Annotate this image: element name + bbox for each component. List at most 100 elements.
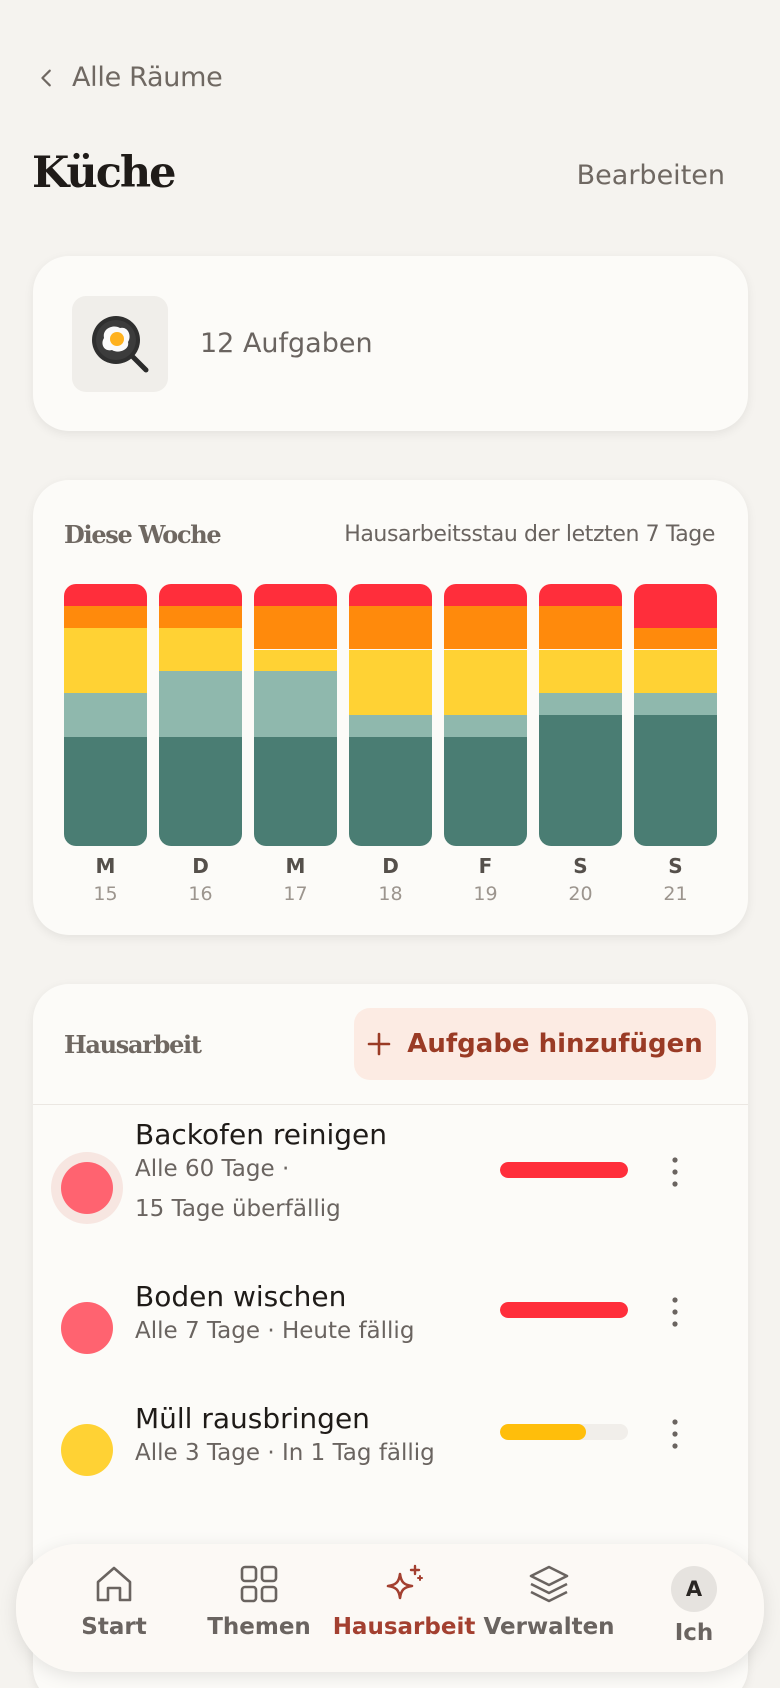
bottom-nav: Start Themen Hausarbeit Verwalten A Ich: [16, 1544, 764, 1672]
task-meta: Alle 7 Tage · Heute fällig: [135, 1318, 415, 1344]
day-bar: [254, 584, 337, 846]
avatar: A: [671, 1566, 717, 1612]
task-row[interactable]: Müll rausbringen Alle 3 Tage · In 1 Tag …: [33, 1402, 748, 1512]
day-letter: M: [95, 854, 116, 878]
nav-label: Verwalten: [483, 1614, 615, 1640]
more-vertical-icon[interactable]: [669, 1156, 681, 1188]
task-row[interactable]: Boden wischen Alle 7 Tage · Heute fällig: [33, 1280, 748, 1390]
day-bar: [634, 584, 717, 846]
bar-segment: [444, 649, 527, 715]
task-interval: Alle 60 Tage: [135, 1156, 275, 1182]
day-bar: [349, 584, 432, 846]
day-number: 20: [568, 883, 593, 905]
room-summary-card: 12 Aufgaben: [33, 256, 748, 431]
edit-button[interactable]: Bearbeiten: [577, 160, 725, 191]
bar-segment: [634, 584, 717, 628]
bar-segment: [159, 736, 242, 846]
chores-title: Hausarbeit: [64, 1030, 202, 1059]
nav-item-start[interactable]: Start: [44, 1562, 184, 1640]
back-label: Alle Räume: [72, 62, 223, 93]
bar-segment: [349, 715, 432, 737]
day-number: 19: [473, 883, 498, 905]
nav-item-ich[interactable]: A Ich: [624, 1566, 764, 1646]
week-subtitle: Hausarbeitsstau der letzten 7 Tage: [344, 522, 715, 547]
bar-segment: [539, 693, 622, 715]
bar-segment: [64, 584, 147, 606]
bar-segment: [64, 627, 147, 694]
divider: [33, 1104, 748, 1105]
day-letter: S: [668, 854, 683, 878]
bar-segment: [634, 693, 717, 715]
day-number: 17: [283, 883, 308, 905]
task-meta: Alle 3 Tage · In 1 Tag fällig: [135, 1440, 435, 1466]
task-count-label: 12 Aufgaben: [200, 328, 373, 359]
add-task-button[interactable]: Aufgabe hinzufügen: [354, 1008, 716, 1080]
nav-label: Ich: [674, 1620, 714, 1646]
status-dot-fill: [61, 1162, 113, 1214]
day-bar: [64, 584, 147, 846]
bar-segment: [254, 605, 337, 650]
bar-segment: [444, 605, 527, 650]
day-letter: S: [573, 854, 588, 878]
bar-segment: [159, 671, 242, 737]
nav-label: Themen: [207, 1614, 311, 1640]
more-vertical-icon[interactable]: [669, 1296, 681, 1328]
task-progress: [500, 1302, 628, 1318]
home-icon: [96, 1566, 132, 1602]
day-letter: M: [285, 854, 306, 878]
bar-segment: [539, 715, 622, 846]
day-letter: D: [192, 854, 209, 878]
add-task-label: Aufgabe hinzufügen: [407, 1029, 703, 1059]
nav-item-verwalten[interactable]: Verwalten: [479, 1562, 619, 1640]
bar-segment: [254, 649, 337, 672]
week-stacked-bars: [64, 584, 717, 846]
task-interval: Alle 7 Tage: [135, 1318, 261, 1344]
layers-icon: [529, 1565, 569, 1603]
bar-segment: [444, 736, 527, 846]
bar-segment: [634, 627, 717, 650]
task-progress: [500, 1424, 628, 1440]
frying-pan-egg-icon: [72, 296, 168, 392]
task-name: Boden wischen: [135, 1280, 347, 1313]
chevron-left-icon: [41, 69, 51, 86]
task-status: Heute fällig: [281, 1318, 415, 1344]
bar-segment: [539, 649, 622, 694]
day-letter: F: [478, 854, 493, 878]
task-row[interactable]: Backofen reinigen Alle 60 Tage · 15 Tage…: [33, 1118, 748, 1278]
bar-segment: [159, 605, 242, 628]
nav-label: Start: [81, 1614, 147, 1640]
nav-item-hausarbeit[interactable]: Hausarbeit: [332, 1562, 476, 1640]
progress-fill: [500, 1162, 628, 1178]
bar-segment: [254, 671, 337, 737]
day-bar: [444, 584, 527, 846]
sparkle-icon: [386, 1564, 423, 1600]
day-number: 18: [378, 883, 403, 905]
bar-segment: [64, 736, 147, 846]
bar-segment: [349, 649, 432, 715]
grid-icon: [240, 1565, 278, 1603]
day-number: 15: [93, 883, 118, 905]
bar-segment: [64, 605, 147, 628]
back-button[interactable]: Alle Räume: [36, 62, 223, 93]
day-bar: [159, 584, 242, 846]
task-status: In 1 Tag fällig: [281, 1440, 435, 1466]
bar-segment: [159, 584, 242, 606]
bar-segment: [349, 605, 432, 650]
task-interval: Alle 3 Tage: [135, 1440, 261, 1466]
task-name: Müll rausbringen: [135, 1402, 370, 1435]
nav-label: Hausarbeit: [332, 1614, 476, 1640]
bar-segment: [159, 627, 242, 672]
day-letter: D: [382, 854, 399, 878]
status-dot: [51, 1292, 123, 1364]
more-vertical-icon[interactable]: [669, 1418, 681, 1450]
bar-segment: [539, 605, 622, 650]
progress-fill: [500, 1424, 586, 1440]
day-bar: [539, 584, 622, 846]
bar-segment: [634, 649, 717, 694]
week-title: Diese Woche: [64, 520, 222, 549]
day-number: 16: [188, 883, 213, 905]
nav-item-themen[interactable]: Themen: [189, 1562, 329, 1640]
day-number: 21: [663, 883, 688, 905]
bar-segment: [349, 584, 432, 606]
status-dot-fill: [61, 1424, 113, 1476]
